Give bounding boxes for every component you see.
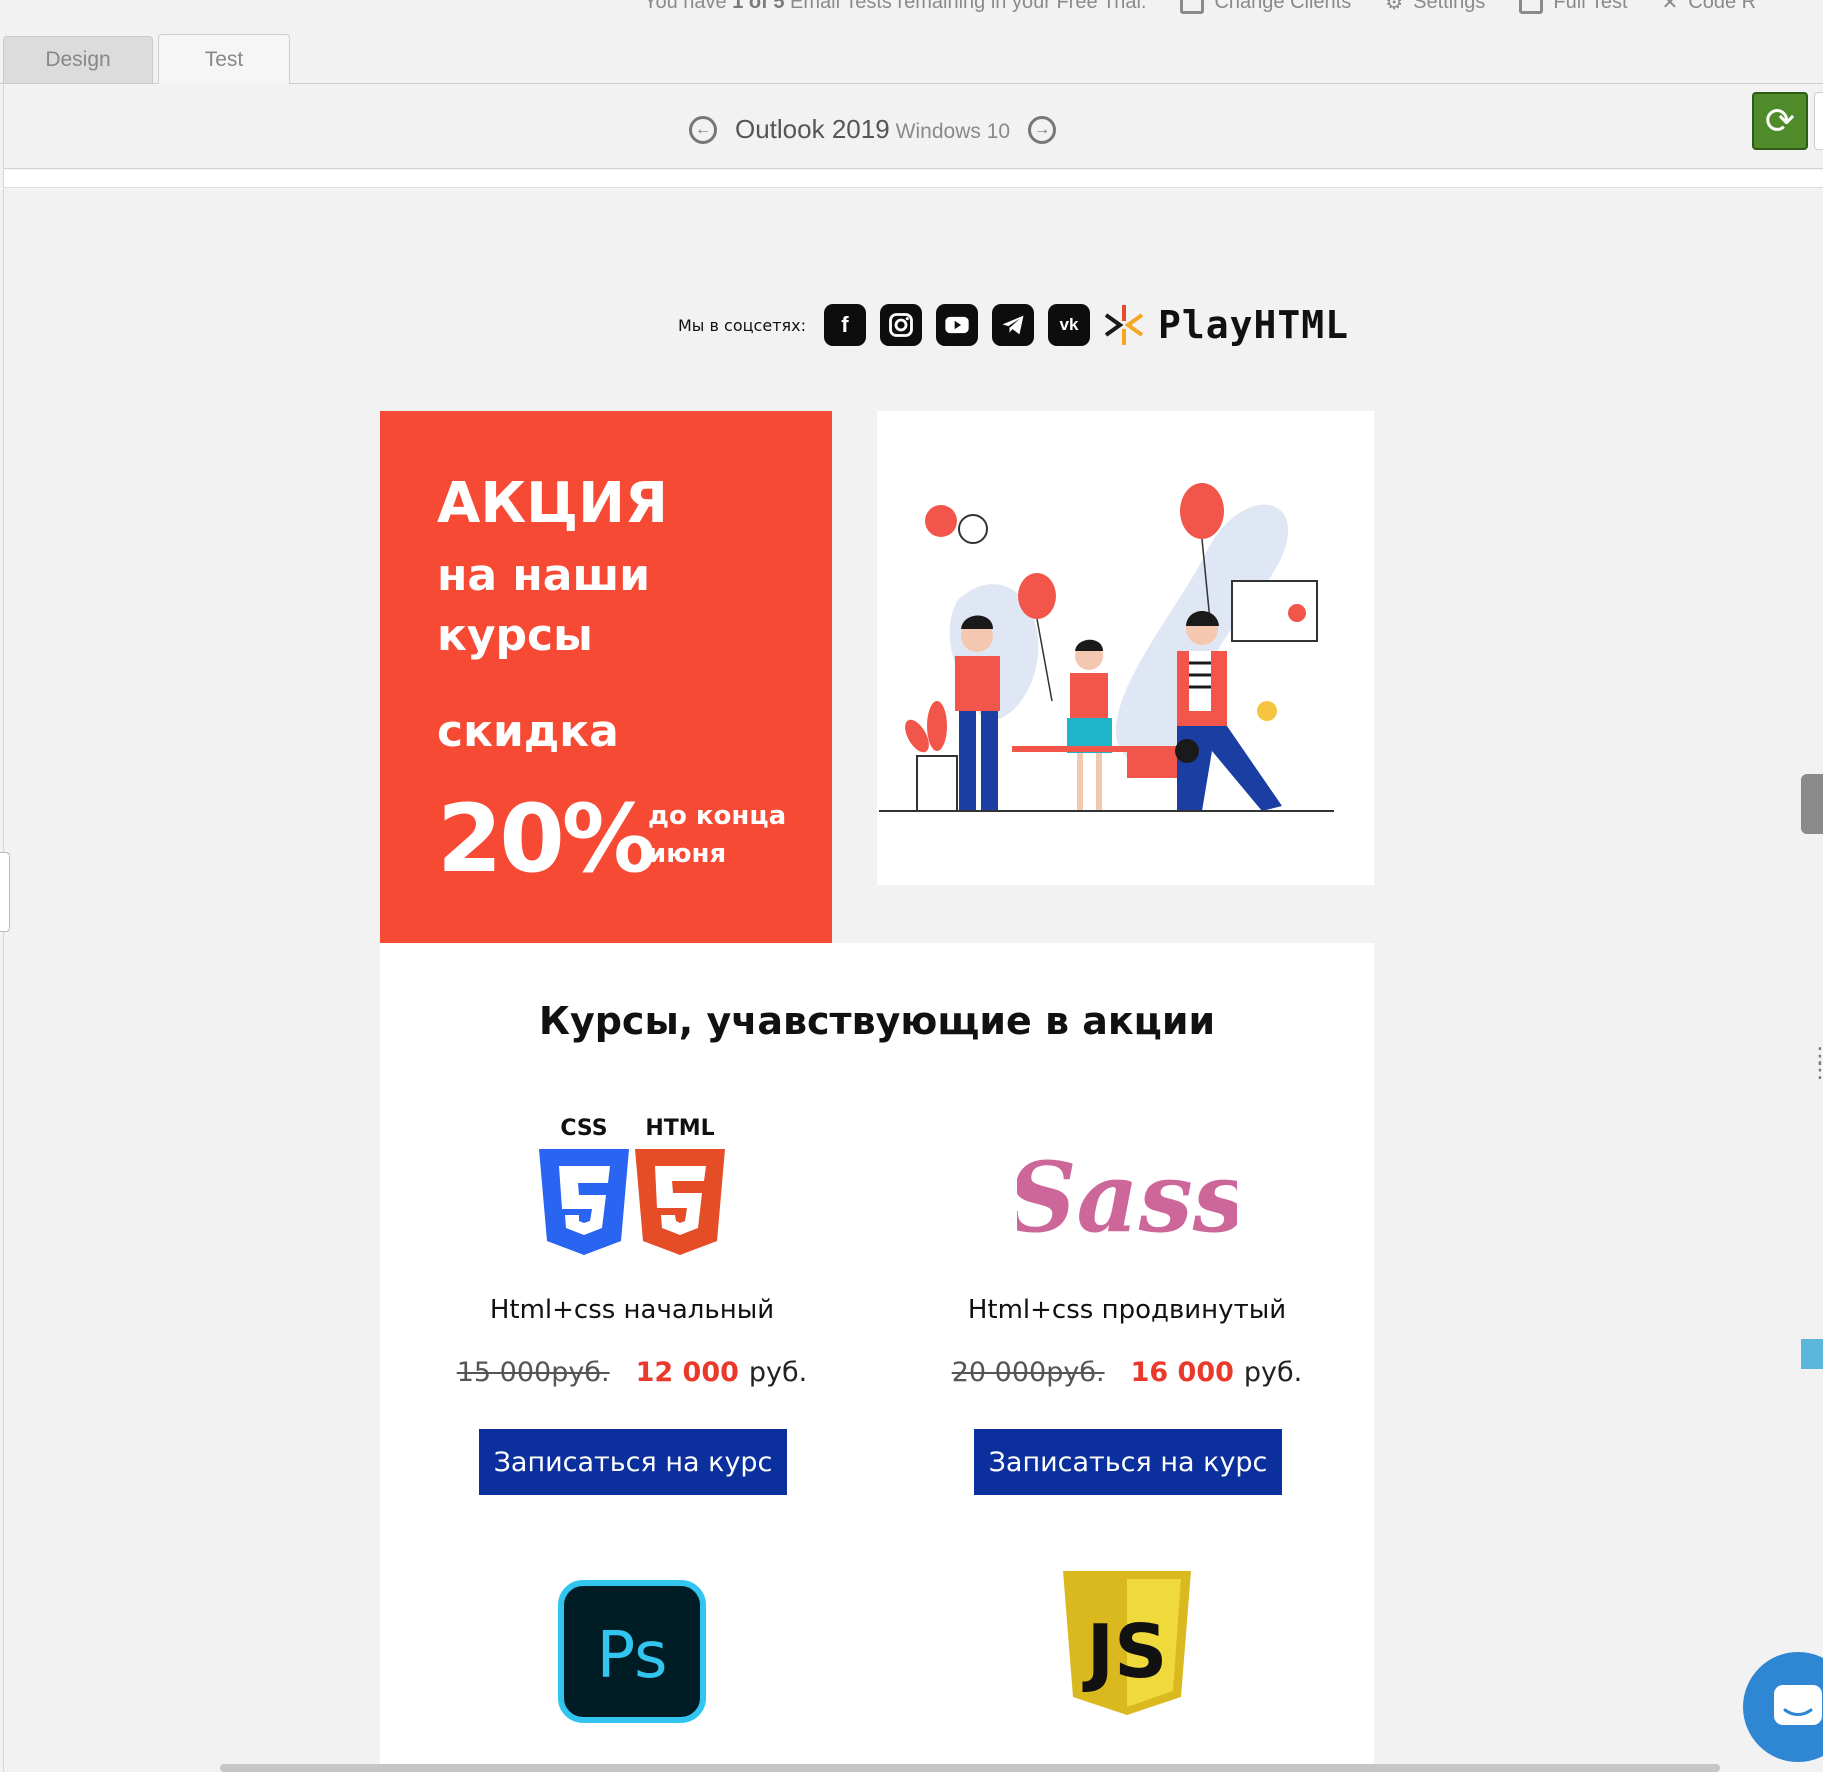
enroll-button[interactable]: Записаться на курс: [479, 1429, 787, 1495]
right-panel-tab[interactable]: [1801, 774, 1823, 834]
course-price: 20 000руб. 16 000 руб.: [917, 1357, 1337, 1388]
promo-title: АКЦИЯ: [437, 471, 669, 536]
trial-notice: You have 1 of 5 Email Tests remaining in…: [644, 0, 1147, 13]
horizontal-scrollbar[interactable]: [220, 1764, 1720, 1772]
clients-icon: [1180, 0, 1205, 14]
promo-discount-label: скидка: [437, 706, 619, 757]
course-price: 15 000руб. 12 000 руб.: [422, 1357, 842, 1388]
telegram-icon[interactable]: [991, 304, 1034, 346]
instagram-icon[interactable]: [879, 304, 922, 346]
css-label: CSS: [560, 1116, 607, 1141]
next-client-button[interactable]: →: [1028, 115, 1057, 144]
prev-client-button[interactable]: ←: [689, 115, 717, 144]
promo-percent: 20%: [437, 785, 656, 894]
left-resize-handle[interactable]: [0, 852, 10, 932]
ps-label: Ps: [597, 1619, 668, 1693]
drag-handle[interactable]: ⋮ ⋮: [1809, 1045, 1823, 1081]
course-name: Html+css начальный: [489, 1295, 775, 1325]
close-icon: ✕: [1661, 0, 1679, 14]
youtube-icon[interactable]: [935, 304, 978, 346]
email-preview: Мы в соцсетях: f vk PlayHTML АКЦИЯ на на…: [3, 189, 1823, 1772]
vk-icon[interactable]: vk: [1047, 304, 1090, 346]
old-price: 20 000руб.: [951, 1357, 1105, 1388]
old-price: 15 000руб.: [456, 1357, 610, 1388]
tab-test[interactable]: Test: [158, 34, 290, 85]
brand-name: PlayHTML: [1157, 303, 1349, 347]
change-clients-link[interactable]: Change Clients: [1180, 0, 1351, 14]
client-switcher: ← Outlook 2019 Windows 10 → ⟳: [3, 84, 1823, 169]
enroll-button[interactable]: Записаться на курс: [974, 1429, 1282, 1495]
right-panel-indicator[interactable]: [1801, 1339, 1823, 1369]
html-css-logo: CSS HTML: [422, 1111, 842, 1271]
refresh-icon: ⟳: [1764, 100, 1796, 141]
javascript-logo: JS: [917, 1569, 1337, 1729]
js-label: JS: [1082, 1609, 1168, 1695]
promo-banner: АКЦИЯ на наши курсы скидка 20% до конца …: [380, 411, 832, 943]
divider: [3, 170, 1823, 188]
tab-bar: Design Test: [0, 34, 1823, 85]
full-test-link[interactable]: Full Test: [1519, 0, 1628, 14]
social-label: Мы в соцсетях:: [678, 315, 806, 335]
brand-logo-icon: [1104, 305, 1144, 345]
promo-illustration: [877, 411, 1374, 885]
promo-subtitle: на наши курсы: [437, 550, 651, 661]
currency: руб.: [748, 1357, 808, 1388]
full-test-icon: [1519, 0, 1544, 14]
course-card: CSS HTML Html+css начальный 15 000руб. 12…: [422, 943, 842, 1563]
side-button[interactable]: [1814, 92, 1823, 150]
currency: руб.: [1243, 1357, 1303, 1388]
client-label: Outlook 2019 Windows 10: [735, 114, 1011, 144]
photoshop-logo: Ps: [422, 1579, 842, 1739]
chat-icon: [1774, 1685, 1822, 1725]
new-price: 16 000: [1130, 1357, 1234, 1388]
html-label: HTML: [645, 1116, 714, 1141]
refresh-button[interactable]: ⟳: [1752, 92, 1808, 150]
sass-label: Sass: [1017, 1141, 1237, 1254]
code-link[interactable]: ✕ Code R: [1662, 0, 1757, 15]
new-price: 12 000: [635, 1357, 739, 1388]
settings-link[interactable]: ⚙ Settings: [1385, 0, 1485, 15]
course-card: Sass Html+css продвинутый 20 000руб. 16 0…: [917, 943, 1337, 1563]
course-card: Ps: [422, 1579, 842, 1739]
sass-logo: Sass: [917, 1111, 1337, 1271]
social-header: Мы в соцсетях: f vk PlayHTML: [678, 303, 1349, 347]
tab-design[interactable]: Design: [3, 36, 153, 84]
course-card: JS: [917, 1569, 1337, 1729]
promo-deadline: до конца июня: [648, 801, 787, 869]
gear-icon: ⚙: [1385, 0, 1404, 14]
facebook-icon[interactable]: f: [823, 304, 866, 346]
courses-section: Курсы, учавствующие в акции CSS HTML Htm…: [380, 943, 1374, 1772]
course-name: Html+css продвинутый: [967, 1295, 1287, 1325]
top-bar: You have 1 of 5 Email Tests remaining in…: [0, 0, 1823, 16]
